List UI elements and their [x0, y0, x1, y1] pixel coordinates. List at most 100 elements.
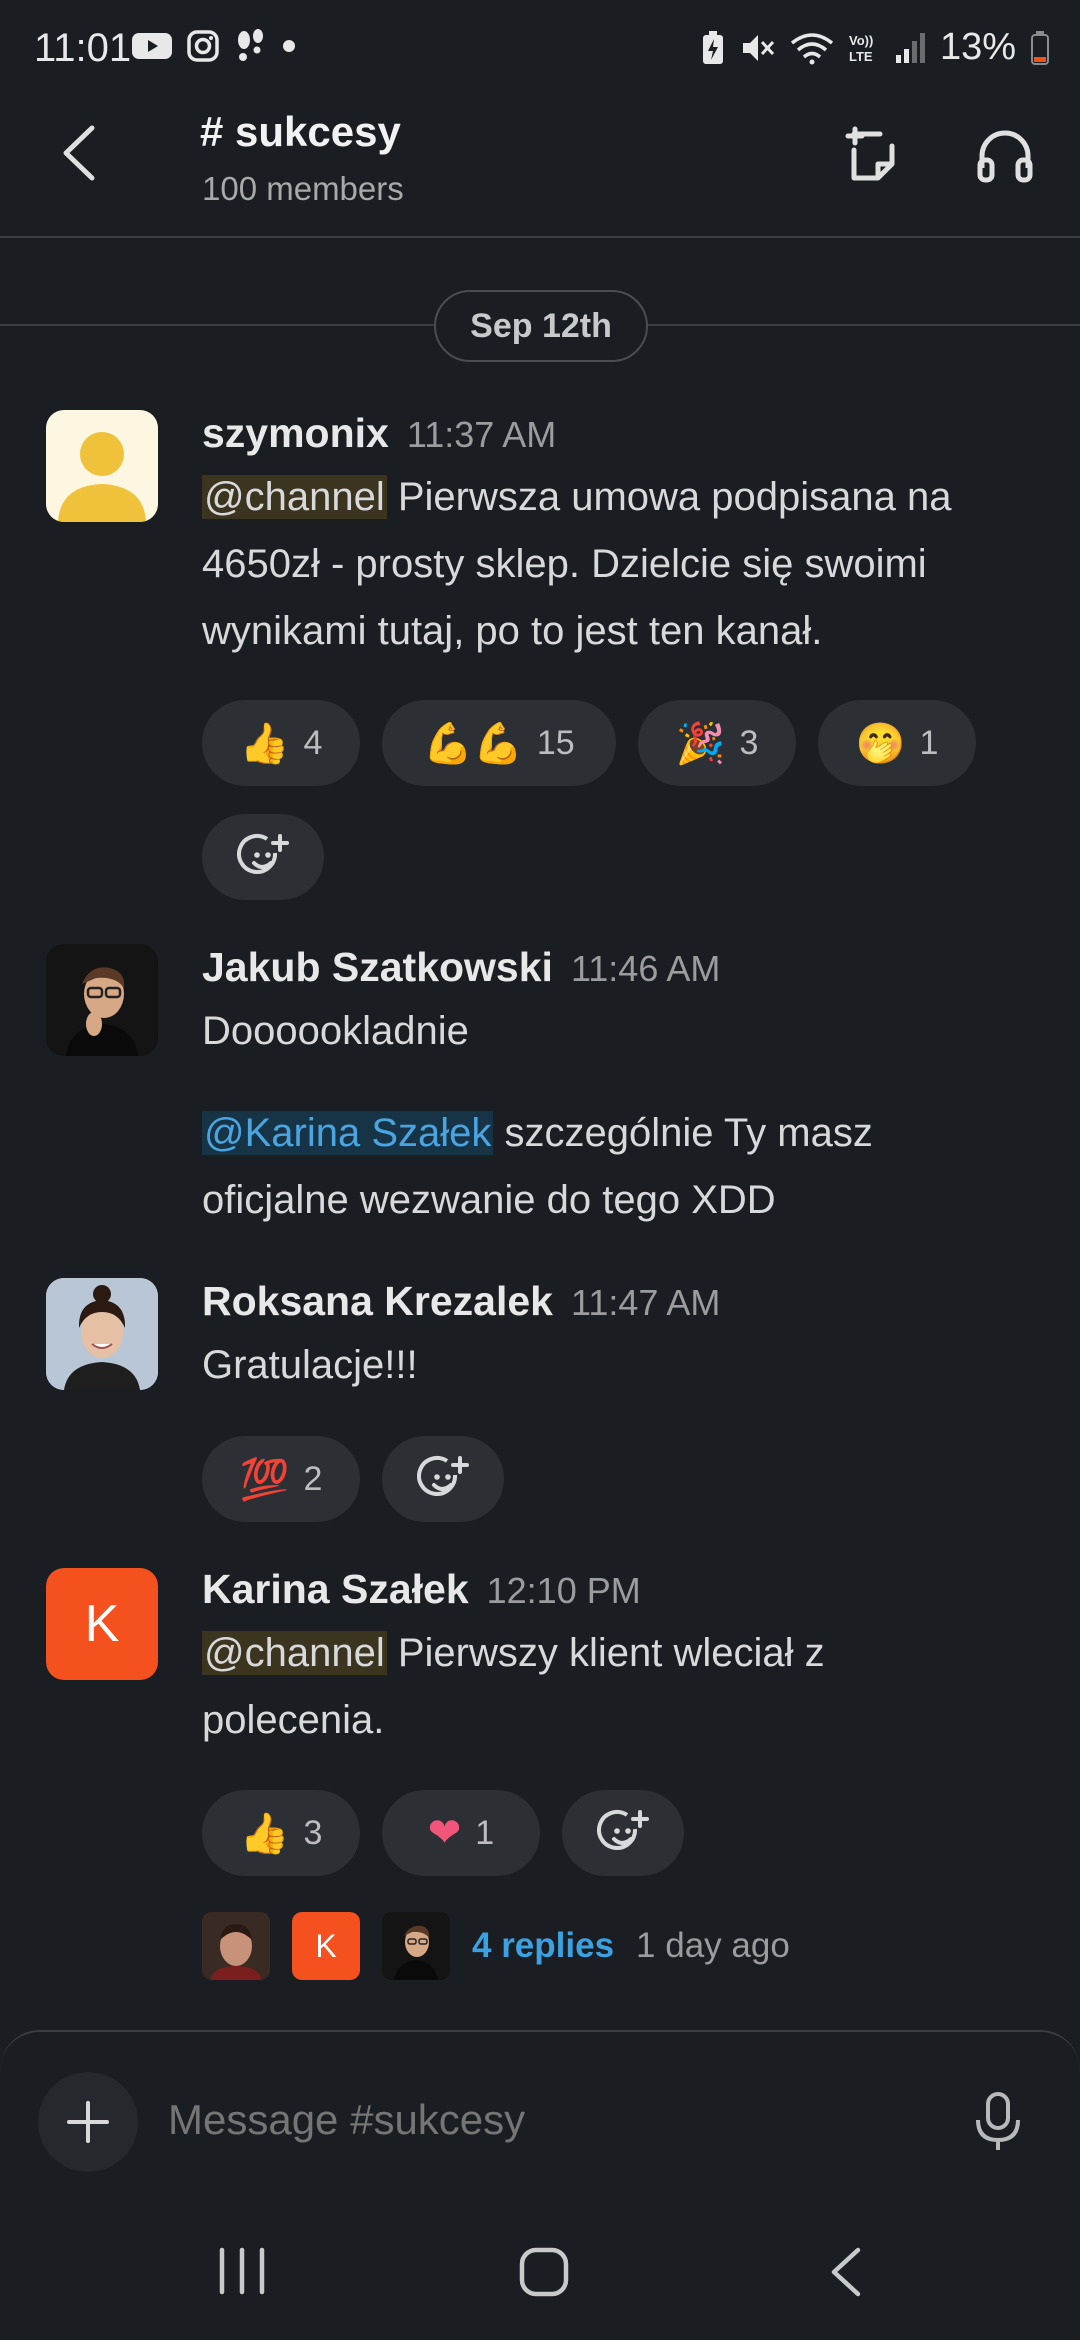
message-line: szczególnie Ty masz: [493, 1111, 873, 1155]
home-button[interactable]: [516, 2244, 572, 2305]
battery-saver-icon: [702, 30, 723, 64]
user-photo: [382, 1912, 450, 1980]
status-time: 11:01: [34, 26, 132, 70]
thumbs-up-icon: 👍: [239, 720, 290, 767]
message-time: 11:46 AM: [570, 948, 721, 989]
message-line: Pierwsza umowa podpisana na: [386, 475, 952, 519]
message-line: polecenia.: [202, 1698, 385, 1742]
wifi-icon: [790, 32, 834, 64]
avatar[interactable]: K: [46, 1568, 158, 1680]
hundred-points-icon: 💯: [239, 1456, 290, 1503]
reply-avatar: [382, 1912, 450, 1980]
reaction-count: 2: [303, 1459, 323, 1498]
message-line: Pierwszy klient wleciał z: [386, 1631, 825, 1675]
home-icon: [519, 2247, 569, 2297]
user-mention[interactable]: @Karina Szałek: [202, 1111, 494, 1155]
channel-mention[interactable]: @channel: [202, 1631, 387, 1675]
battery-percent: 13%: [939, 26, 1016, 68]
heart-icon: ❤: [427, 1810, 462, 1856]
flexed-biceps-icon: 💪💪: [423, 720, 523, 767]
member-count[interactable]: 100 members: [202, 170, 404, 208]
message-line: oficjalne wezwanie do tego XDD: [202, 1178, 776, 1222]
back-icon: [831, 2247, 861, 2297]
microphone-icon: [976, 2092, 1020, 2150]
party-popper-icon: 🎉: [675, 720, 726, 767]
message-time: 11:47 AM: [570, 1282, 721, 1323]
reply-avatar: [202, 1912, 270, 1980]
canvas-button[interactable]: [840, 122, 906, 188]
user-photo: [46, 944, 158, 1056]
battery-low-icon: [1031, 30, 1049, 65]
add-reaction-button[interactable]: [382, 1436, 504, 1522]
chevron-left-icon: [63, 125, 95, 181]
message-author[interactable]: Karina Szałek: [202, 1566, 469, 1612]
instagram-icon: [187, 30, 219, 62]
youtube-icon: [132, 33, 172, 59]
svg-text:Vo)): Vo)): [849, 33, 873, 48]
volte-icon: Vo))LTE: [849, 33, 873, 64]
reaction-count: 4: [303, 723, 323, 762]
reaction-count: 1: [919, 723, 939, 762]
add-reaction-button[interactable]: [202, 814, 324, 900]
attach-button[interactable]: [38, 2072, 138, 2172]
message-author[interactable]: Jakub Szatkowski: [202, 944, 553, 990]
status-bar: 11:01 Vo)) LTE 13%: [0, 0, 1080, 100]
channel-mention[interactable]: @channel: [202, 475, 387, 519]
hand-over-mouth-icon: 🤭: [855, 720, 906, 767]
reaction-pill[interactable]: 💯 2: [202, 1436, 360, 1522]
voice-button[interactable]: [970, 2090, 1026, 2154]
message-text: @channel Pierwsza umowa podpisana na 465…: [202, 464, 1052, 665]
message-line: wynikami tutaj, po to jest ten kanał.: [202, 609, 823, 653]
reaction-pill[interactable]: 🎉 3: [638, 700, 796, 786]
date-divider[interactable]: Sep 12th: [434, 290, 648, 362]
add-emoji-icon: [597, 1809, 649, 1850]
signal-icon: [895, 32, 925, 63]
message-header: szymonix 11:37 AM: [202, 410, 556, 457]
reaction-count: 3: [739, 723, 759, 762]
avatar[interactable]: [46, 944, 158, 1056]
channel-title[interactable]: # sukcesy: [200, 108, 401, 156]
mute-icon: [742, 34, 775, 61]
dot-icon: [283, 40, 295, 52]
headphones-icon: [977, 130, 1033, 183]
reaction-pill[interactable]: 💪💪 15: [382, 700, 616, 786]
message-header: Roksana Krezalek 11:47 AM: [202, 1278, 720, 1325]
add-emoji-icon: [417, 1455, 469, 1496]
reaction-pill[interactable]: 👍 3: [202, 1790, 360, 1876]
reaction-pill[interactable]: 👍 4: [202, 700, 360, 786]
message-text: @channel Pierwszy klient wleciał z polec…: [202, 1620, 1052, 1754]
channel-header: [0, 100, 1080, 238]
default-user-icon: [58, 432, 146, 522]
avatar[interactable]: [46, 410, 158, 522]
plus-icon: [67, 2101, 109, 2143]
message-author[interactable]: Roksana Krezalek: [202, 1278, 553, 1324]
recents-icon: [219, 2247, 265, 2295]
message-text: @Karina Szałek szczególnie Ty masz oficj…: [202, 1100, 1052, 1234]
recents-button[interactable]: [216, 2246, 268, 2301]
footsteps-icon: [238, 29, 263, 61]
back-button[interactable]: [52, 120, 112, 186]
reaction-count: 1: [475, 1813, 495, 1852]
add-reaction-button[interactable]: [562, 1790, 684, 1876]
add-canvas-icon: [845, 126, 895, 181]
user-photo: [202, 1912, 270, 1980]
message-input[interactable]: [166, 2095, 870, 2145]
thread-summary[interactable]: K 4 replies 1 day ago: [202, 1912, 790, 1980]
reaction-pill[interactable]: 🤭 1: [818, 700, 976, 786]
user-photo: [46, 1278, 158, 1390]
add-emoji-icon: [237, 833, 289, 874]
reaction-count: 15: [536, 723, 575, 762]
svg-text:LTE: LTE: [849, 49, 873, 64]
nav-back-button[interactable]: [824, 2244, 868, 2305]
avatar[interactable]: [46, 1278, 158, 1390]
reply-avatar: K: [292, 1912, 360, 1980]
message-time: 12:10 PM: [486, 1570, 641, 1611]
last-reply-time: 1 day ago: [636, 1926, 790, 1965]
huddle-button[interactable]: [972, 122, 1038, 188]
message-text: Gratulacje!!!: [202, 1332, 1052, 1399]
reaction-pill[interactable]: ❤ 1: [382, 1790, 540, 1876]
replies-link[interactable]: 4 replies: [472, 1926, 614, 1966]
message-header: Jakub Szatkowski 11:46 AM: [202, 944, 720, 991]
message-author[interactable]: szymonix: [202, 410, 389, 456]
reaction-count: 3: [303, 1813, 323, 1852]
